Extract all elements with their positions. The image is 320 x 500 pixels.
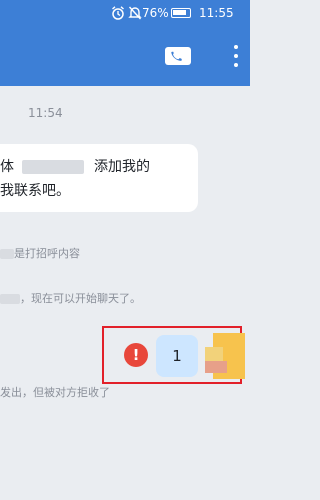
battery-icon — [171, 8, 191, 18]
more-dot — [234, 54, 238, 58]
alarm-icon — [112, 6, 124, 20]
redacted-text — [0, 294, 20, 304]
app-header: 76% 11:55 — [0, 0, 250, 86]
incoming-message-bubble[interactable] — [0, 144, 198, 212]
incoming-text-suffix: 添加我的 — [94, 159, 150, 175]
battery-percent: 76% — [142, 6, 169, 20]
status-time: 11:55 — [199, 6, 234, 20]
video-call-icon[interactable] — [164, 44, 192, 68]
send-failed-icon[interactable]: ! — [124, 343, 148, 367]
system-message: 发出，但被对方拒收了 — [0, 386, 110, 399]
avatar[interactable] — [205, 333, 245, 379]
more-menu-button[interactable] — [228, 42, 244, 70]
system-message-text: 是打招呼内容 — [14, 247, 80, 260]
incoming-message-line-1: 体 添加我的 — [0, 156, 150, 176]
system-message-text: ，现在可以开始聊天了。 — [20, 292, 141, 305]
system-message: ，现在可以开始聊天了。 — [0, 290, 141, 306]
redacted-text — [0, 249, 14, 259]
more-dot — [234, 45, 238, 49]
avatar-part — [205, 347, 223, 361]
status-bar: 76% 11:55 — [0, 0, 250, 26]
mute-icon — [128, 6, 142, 20]
avatar-part — [205, 361, 227, 373]
more-dot — [234, 63, 238, 67]
incoming-message-line-2: 我联系吧。 — [0, 183, 70, 199]
incoming-text-prefix: 体 — [0, 159, 14, 175]
message-timestamp: 11:54 — [28, 106, 63, 120]
system-message: 是打招呼内容 — [0, 245, 80, 261]
redacted-name — [22, 160, 84, 174]
outgoing-message-text: 1 — [172, 347, 182, 365]
